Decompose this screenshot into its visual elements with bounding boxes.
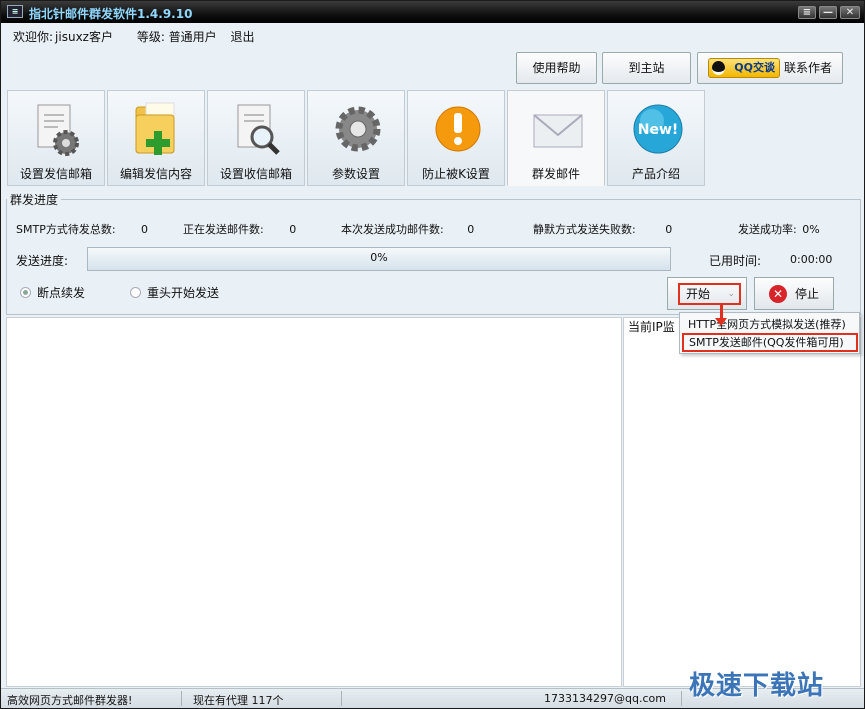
stat-silent-failed: 静默方式发送失败数: 0 (533, 221, 672, 237)
send-progress-bar: 0% (87, 247, 671, 271)
svg-text:New!: New! (638, 122, 679, 138)
welcome-text: 欢迎你: (13, 30, 54, 44)
gear-icon (335, 106, 381, 152)
logout-link[interactable]: 退出 (231, 30, 255, 44)
tab-label: 编辑发信内容 (119, 167, 192, 181)
start-split-button[interactable]: 开始 ⌄ (667, 277, 747, 310)
tab-label: 设置收信邮箱 (219, 167, 292, 181)
menu-item-http[interactable]: HTTP全网页方式模拟发送(推荐) (688, 316, 846, 332)
stop-button[interactable]: ✕ 停止 (754, 277, 834, 310)
user-level: 等级: 普通用户 (136, 30, 217, 44)
status-email: 1733134297@qq.com (544, 692, 666, 705)
tab-product-intro[interactable]: New! 产品介绍 (607, 90, 705, 186)
status-divider (341, 691, 342, 706)
elapsed-time-label: 已用时间: (709, 254, 762, 268)
help-button[interactable]: 使用帮助 (516, 52, 597, 84)
close-button[interactable]: ✕ (840, 6, 860, 19)
stat-value: 0 (289, 223, 297, 236)
user-info-bar: 欢迎你: jisuxz客户 等级: 普通用户 退出 (13, 28, 265, 45)
document-search-icon (237, 104, 280, 155)
annotation-arrow-head (715, 318, 727, 326)
new-badge-icon: New! (633, 104, 683, 154)
tab-edit-content[interactable]: 编辑发信内容 (107, 90, 205, 186)
progress-label: 发送进度: (16, 254, 69, 268)
watermark-text: 极速下载站 (689, 671, 825, 701)
status-divider (681, 691, 682, 706)
stat-label: SMTP方式待发总数: (16, 223, 116, 236)
status-divider (181, 691, 182, 706)
tab-label: 参数设置 (331, 167, 380, 181)
stat-value: 0 (467, 223, 475, 236)
qq-penguin-icon (711, 61, 725, 75)
stat-sending: 正在发送邮件数: 0 (183, 221, 296, 237)
tab-label: 设置发信邮箱 (19, 167, 92, 181)
stat-label: 静默方式发送失败数: (533, 223, 636, 236)
tab-label: 防止被K设置 (422, 167, 490, 181)
stop-label: 停止 (794, 287, 819, 301)
menu-item-smtp[interactable]: SMTP发送邮件(QQ发件箱可用) (682, 333, 858, 352)
stop-icon: ✕ (768, 284, 787, 303)
status-proxy-count: 现在有代理 117个 (193, 694, 284, 707)
stat-smtp-pending: SMTP方式待发总数: 0 (16, 221, 148, 237)
start-label: 开始 (686, 287, 711, 301)
log-area[interactable] (6, 317, 622, 687)
radio-label: 重头开始发送 (147, 286, 220, 300)
contact-wrap: QQ交谈 联系作者 (698, 53, 842, 83)
folder-add-icon (135, 102, 175, 155)
radio-label: 断点续发 (37, 286, 86, 300)
progress-group-title: 群发进度 (7, 191, 62, 208)
stat-value: 0% (802, 223, 820, 236)
status-slogan: 高效网页方式邮件群发器! (7, 694, 133, 707)
tab-parameters[interactable]: 参数设置 (307, 90, 405, 186)
radio-dot-selected[interactable] (20, 287, 31, 298)
send-mode-menu: HTTP全网页方式模拟发送(推荐) SMTP发送邮件(QQ发件箱可用) (679, 312, 860, 354)
tab-sender-mailbox[interactable]: 设置发信邮箱 (7, 90, 105, 186)
restore-icon[interactable]: ≡ (798, 6, 816, 19)
home-button[interactable]: 到主站 (602, 52, 691, 84)
ip-monitor-label: 当前IP监 (628, 320, 675, 334)
qq-chat-icon: QQ交谈 (707, 58, 780, 78)
username: jisuxz客户 (55, 30, 113, 44)
app-window: ≡ 指北针邮件群发软件1.4.9.10 ≡ — ✕ 欢迎你: jisuxz客户 等… (0, 0, 865, 709)
minimize-button[interactable]: — (819, 6, 837, 19)
elapsed-time-value: 0:00:00 (790, 253, 833, 266)
tab-recipient-mailbox[interactable]: 设置收信邮箱 (207, 90, 305, 186)
title-bar[interactable]: ≡ 指北针邮件群发软件1.4.9.10 ≡ — ✕ (1, 1, 864, 23)
qq-logo-text: QQ交谈 (734, 61, 775, 74)
stat-value: 0 (665, 223, 673, 236)
tab-anti-block[interactable]: 防止被K设置 (407, 90, 505, 186)
stat-value: 0 (141, 223, 149, 236)
ip-monitor-panel[interactable]: 当前IP监 (623, 317, 861, 687)
contact-label: 联系作者 (783, 61, 832, 75)
stat-label: 本次发送成功邮件数: (341, 223, 444, 236)
tab-bulk-send[interactable]: 群发邮件 (507, 90, 605, 186)
radio-resume[interactable]: 断点续发 (20, 284, 85, 301)
warning-icon (435, 106, 481, 152)
document-gear-icon (37, 104, 79, 156)
stat-success: 本次发送成功邮件数: 0 (341, 221, 474, 237)
window-title: 指北针邮件群发软件1.4.9.10 (29, 7, 193, 21)
app-menu-icon[interactable]: ≡ (7, 5, 23, 18)
radio-dot[interactable] (130, 287, 141, 298)
contact-author-button[interactable]: QQ交谈 联系作者 (697, 52, 843, 84)
progress-text: 0% (370, 251, 388, 264)
chevron-down-icon[interactable]: ⌄ (727, 285, 735, 303)
stat-success-rate: 发送成功率: 0% (738, 221, 820, 237)
stat-label: 正在发送邮件数: (183, 223, 264, 236)
radio-restart[interactable]: 重头开始发送 (130, 284, 219, 301)
start-dropdown[interactable]: 开始 ⌄ (678, 283, 741, 305)
tab-label: 群发邮件 (531, 167, 580, 181)
stat-label: 发送成功率: (738, 223, 797, 236)
welcome-label: 欢迎你: jisuxz客户 (13, 30, 123, 44)
tab-label: 产品介绍 (631, 167, 680, 181)
envelope-icon (533, 114, 583, 148)
